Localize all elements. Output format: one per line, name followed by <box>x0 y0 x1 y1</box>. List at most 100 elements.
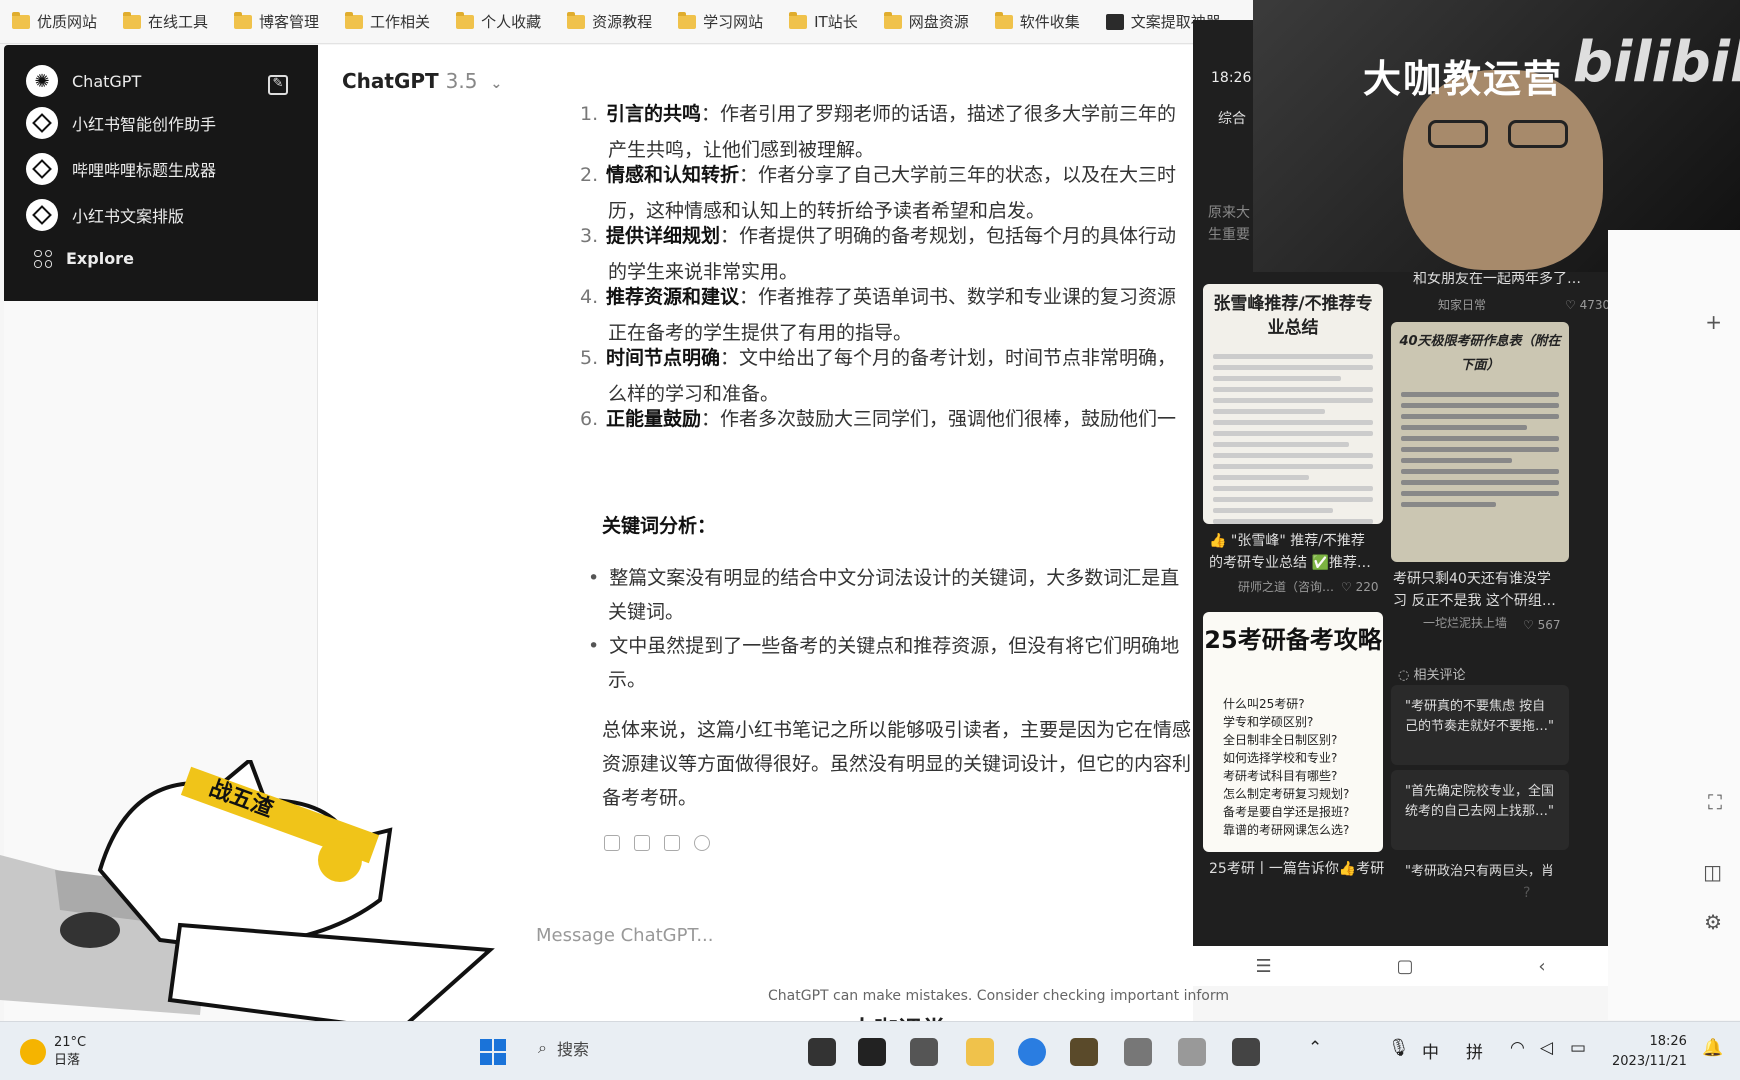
plus-icon[interactable]: + <box>1608 310 1740 334</box>
folder-icon <box>678 11 697 29</box>
list-item: 3. 提供详细规划：作者提供了明确的备考规划，包括每个月的具体行动 <box>580 225 1177 247</box>
app-icon[interactable] <box>858 1038 886 1066</box>
sidebar-item-xiaohongshu-assistant[interactable]: 小红书智能创作助手 <box>26 107 216 139</box>
model-name: ChatGPT <box>342 69 439 93</box>
bookmark-item[interactable]: 学习网站 <box>678 11 763 32</box>
regenerate-icon[interactable] <box>694 835 710 851</box>
bookmark-label: 网盘资源 <box>908 13 969 31</box>
bookmark-item[interactable]: 博客管理 <box>234 11 319 32</box>
app-icon[interactable] <box>808 1038 836 1066</box>
bookmark-item[interactable]: 在线工具 <box>123 11 208 32</box>
help-icon[interactable]: ? <box>1523 885 1563 901</box>
card-list-item: 如何选择学校和专业? <box>1223 751 1338 765</box>
card-caption[interactable]: 25考研丨一篇告诉你👍考研 <box>1209 858 1384 880</box>
summary-line: 总体来说，这篇小红书笔记之所以能够吸引读者，主要是因为它在情感 <box>602 719 1192 741</box>
weather-condition: 日落 <box>54 1053 81 1068</box>
notification-bell-icon[interactable]: 🔔 <box>1702 1038 1723 1058</box>
app-icon[interactable] <box>910 1038 938 1066</box>
back-chevron-icon[interactable]: ‹ <box>1538 956 1545 977</box>
list-item: 5. 时间节点明确：文中给出了每个月的备考计划，时间节点非常明确， <box>580 347 1177 369</box>
app-icon[interactable] <box>1178 1038 1206 1066</box>
microphone-icon[interactable]: 🎙 <box>1388 1038 1410 1058</box>
note-card[interactable]: 40天极限考研作息表（附在下面） <box>1391 322 1569 562</box>
comment-text: 统考的自己去网上找那…" <box>1405 804 1554 819</box>
menu-icon[interactable]: ☰ <box>1255 956 1271 977</box>
bookmark-item[interactable]: 工作相关 <box>345 11 430 32</box>
volume-icon[interactable]: ◁ <box>1540 1038 1553 1058</box>
folder-icon <box>12 11 30 29</box>
bookmark-label: 学习网站 <box>703 13 764 31</box>
new-chat-edit-icon[interactable]: ✎ <box>268 75 288 95</box>
card-author: 研师之道（咨询… <box>1238 580 1335 594</box>
screenshot-icon[interactable]: ⛶ <box>1608 790 1740 814</box>
bullet-item: 文中虽然提到了一些备考的关键点和推荐资源，但没有将它们明确地 <box>588 631 1179 658</box>
app-icon[interactable] <box>1232 1038 1260 1066</box>
file-explorer-icon[interactable] <box>966 1038 994 1066</box>
bookmark-label: IT站长 <box>814 13 858 31</box>
app-icon <box>1105 13 1124 30</box>
model-selector[interactable]: ChatGPT 3.5 ⌄ <box>342 69 502 93</box>
clock-date: 2023/11/21 <box>1612 1054 1687 1069</box>
bullet-item: 整篇文案没有明显的结合中文分词法设计的关键词，大多数词汇是直 <box>588 563 1179 590</box>
partial-text: 生重要 <box>1208 227 1250 243</box>
bookmark-label: 个人收藏 <box>481 13 542 31</box>
sidebar-item-chatgpt[interactable]: ✺ ChatGPT <box>26 65 141 97</box>
battery-icon[interactable]: ▭ <box>1570 1038 1586 1058</box>
bookmark-item[interactable]: 资源教程 <box>567 11 652 32</box>
taskbar-search[interactable]: ⌕ 搜索 <box>538 1036 589 1060</box>
bookmark-item[interactable]: 网盘资源 <box>883 11 969 32</box>
ime-chinese[interactable]: 中 <box>1422 1038 1439 1063</box>
card-body-text <box>1213 354 1373 524</box>
copy-icon[interactable] <box>604 835 620 851</box>
partial-text: 原来大 <box>1208 205 1250 221</box>
note-card[interactable]: 25考研备考攻略 什么叫25考研? 学专和学硕区别? 全日制非全日制区别? 如何选择学… <box>1203 612 1383 852</box>
gear-icon[interactable]: ⚙ <box>1608 910 1740 934</box>
taskbar: 21°C 日落 ⌕ 搜索 ⌃ 🎙 中 拼 ◠ ◁ ▭ 18:26 2023/11… <box>0 1021 1740 1080</box>
channel-name: 大咖教运营 <box>1363 57 1564 101</box>
bookmark-item[interactable]: 优质网站 <box>12 11 97 32</box>
card-caption[interactable]: 习 反正不是我 这个研组… <box>1393 590 1556 612</box>
edge-browser-icon[interactable] <box>1018 1038 1046 1066</box>
wifi-icon[interactable]: ◠ <box>1510 1038 1525 1058</box>
sidebar-item-xiaohongshu-layout[interactable]: 小红书文案排版 <box>26 199 184 231</box>
weather-widget[interactable]: 21°C 日落 <box>20 1034 86 1070</box>
thumbs-down-icon[interactable] <box>664 835 680 851</box>
windows-start-icon[interactable] <box>480 1039 506 1065</box>
list-item: 4. 推荐资源和建议：作者推荐了英语单词书、数学和专业课的复习资源 <box>580 286 1177 308</box>
sidebar-item-bilibili-title[interactable]: 哔哩哔哩标题生成器 <box>26 153 216 185</box>
phone-tab-general[interactable]: 综合 <box>1218 108 1246 128</box>
ime-pinyin[interactable]: 拼 <box>1466 1038 1483 1063</box>
card-list-item: 学专和学硕区别? <box>1223 715 1314 729</box>
card-list-item: 备考是要自学还是报班? <box>1223 805 1350 819</box>
right-toolbar: + ⛶ ◫ ? ⚙ <box>1523 230 1740 1020</box>
home-square-icon[interactable]: ▢ <box>1396 956 1413 977</box>
system-clock[interactable]: 18:26 2023/11/21 <box>1612 1032 1687 1072</box>
message-input[interactable]: Message ChatGPT... <box>536 925 714 946</box>
card-list-item: 怎么制定考研复习规划? <box>1223 787 1350 801</box>
phone-nav-bar: ☰ ▢ ‹ <box>1193 946 1608 986</box>
bookmark-item[interactable]: IT站长 <box>789 11 858 32</box>
app-icon[interactable] <box>1124 1038 1152 1066</box>
card-caption[interactable]: 考研只剩40天还有谁没学 <box>1393 568 1551 590</box>
list-item: 6. 正能量鼓励：作者多次鼓励大三同学们，强调他们很棒，鼓励他们一 <box>580 408 1177 430</box>
folder-icon <box>123 11 142 29</box>
tray-chevron-up-icon[interactable]: ⌃ <box>1308 1038 1322 1058</box>
disclaimer-text: ChatGPT can make mistakes. Consider chec… <box>768 988 1230 1004</box>
sidebar-item-explore[interactable]: Explore <box>34 249 134 268</box>
note-card[interactable]: 张雪峰推荐/不推荐专业总结 <box>1203 284 1383 524</box>
bilibili-logo: bilibili <box>1573 30 1740 95</box>
sidebar-item-label: 小红书文案排版 <box>72 207 185 226</box>
card-caption[interactable]: 的考研专业总结 ✅推荐… <box>1209 552 1371 574</box>
model-version: 3.5 <box>445 69 478 93</box>
comment-text: "考研政治只有两巨头，肖 <box>1405 864 1554 879</box>
bookmark-label: 资源教程 <box>592 13 653 31</box>
bookmark-item[interactable]: 软件收集 <box>994 11 1080 32</box>
explore-grid-icon <box>34 249 52 268</box>
app-icon[interactable] <box>1070 1038 1098 1066</box>
bookmark-label: 工作相关 <box>370 13 431 31</box>
card-caption[interactable]: 👍 "张雪峰" 推荐/不推荐 <box>1209 530 1365 552</box>
sidebar-toggle-icon[interactable]: ◫ <box>1608 860 1740 884</box>
bookmark-item[interactable]: 个人收藏 <box>456 11 541 32</box>
card-title: 25考研备考攻略 <box>1204 626 1382 654</box>
thumbs-up-icon[interactable] <box>634 835 650 851</box>
